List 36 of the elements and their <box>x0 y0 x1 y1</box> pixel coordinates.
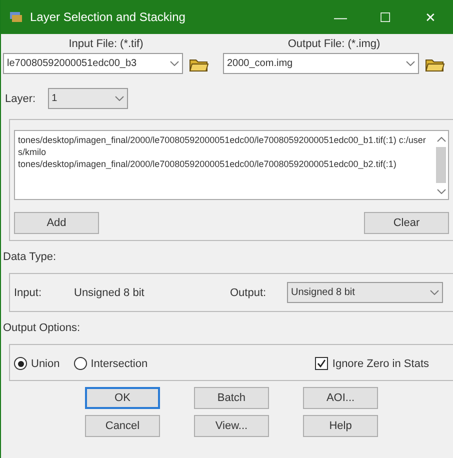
section-label: Output Options: <box>3 322 82 334</box>
input-file-dropdown[interactable]: le70080592000051edc00_b3 <box>3 53 183 74</box>
layer-dropdown[interactable]: 1 <box>48 88 128 109</box>
clear-button[interactable]: Clear <box>364 212 449 234</box>
layer-label: Layer: <box>5 92 36 104</box>
chevron-down-icon <box>170 61 179 66</box>
window-title: Layer Selection and Stacking <box>30 10 186 24</box>
ignore-zero-checkbox[interactable]: Ignore Zero in Stats <box>315 357 429 370</box>
layers-icon <box>9 11 23 23</box>
dialog-button[interactable]: AOI... <box>303 387 378 409</box>
dialog-button[interactable]: View... <box>194 415 269 437</box>
dialog-button[interactable]: Help <box>303 415 378 437</box>
output-type-dropdown[interactable]: Unsigned 8 bit <box>287 282 443 303</box>
output-file-dropdown[interactable]: 2000_com.img <box>223 53 419 74</box>
maximize-button[interactable]: ☐ <box>363 0 408 34</box>
minimize-button[interactable]: — <box>318 0 363 34</box>
section-label: Data Type: <box>3 251 57 263</box>
chevron-down-icon <box>430 290 439 295</box>
dialog-button[interactable]: Cancel <box>85 415 160 437</box>
close-button[interactable]: ✕ <box>408 0 453 34</box>
chevron-down-icon <box>114 96 124 101</box>
field-label: Input File: (*.tif) <box>68 38 144 50</box>
dialog-button[interactable]: Batch <box>194 387 269 409</box>
input-type-label: Input: <box>14 286 43 298</box>
input-type-value: Unsigned 8 bit <box>74 286 146 298</box>
radio-option[interactable]: Union <box>14 357 60 370</box>
chevron-down-icon <box>436 188 446 194</box>
dialog-button[interactable]: OK <box>85 387 160 409</box>
field-label: Output File: (*.img) <box>288 38 380 50</box>
layer-list[interactable]: tones/desktop/imagen_final/2000/le70080592000051edc00/le70080592000051edc00_b1.tif(:1) c:/users/kmilo tones/desktop/imagen_final/2000/le70080592000051edc00/le70080592000051edc00_b2.tif(:1) <box>14 130 449 200</box>
radio-option[interactable]: Intersection <box>74 357 148 370</box>
add-button[interactable]: Add <box>14 212 99 234</box>
output-type-label: Output: <box>230 286 268 298</box>
scroll-up-icon <box>436 136 446 142</box>
layer-path: tones/desktop/imagen_final/2000/le70080592000051edc00/le70080592000051edc00_b2.tif(:1) <box>18 158 398 170</box>
chevron-down-icon <box>406 61 415 66</box>
